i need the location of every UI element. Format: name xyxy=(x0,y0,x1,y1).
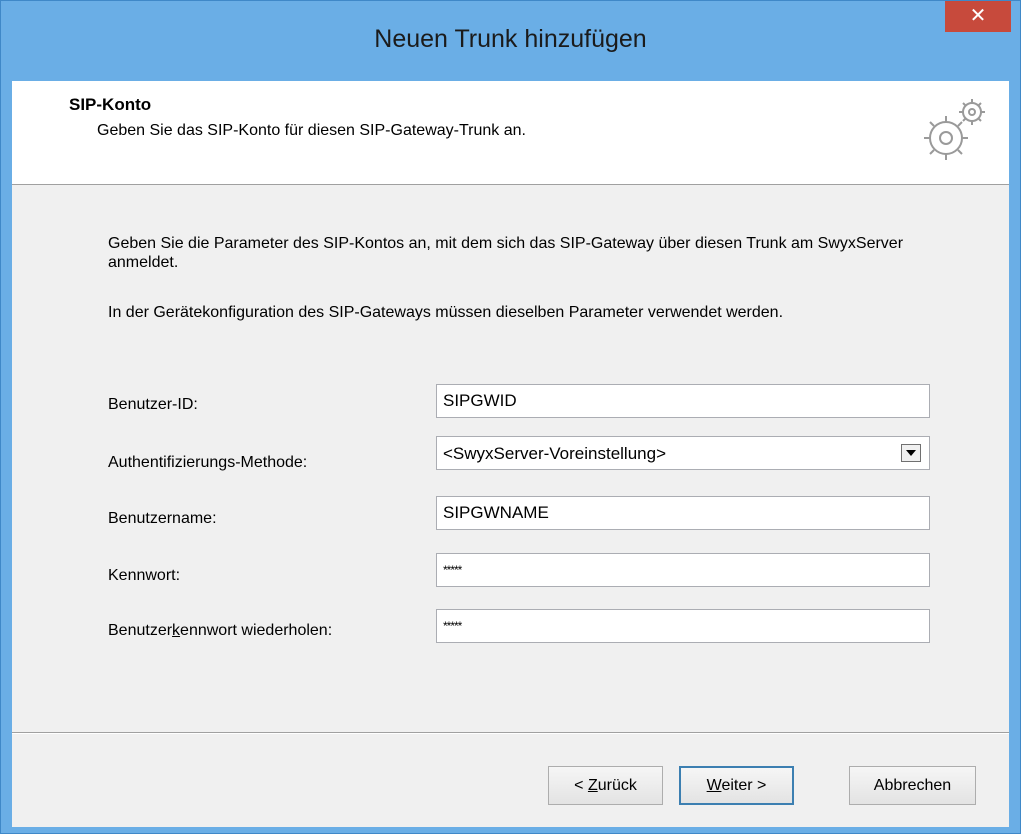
title-bar[interactable]: Neuen Trunk hinzufügen ✕ xyxy=(1,1,1020,81)
password-repeat-input[interactable] xyxy=(436,609,930,643)
description-paragraph-2: In der Gerätekonfiguration des SIP-Gatew… xyxy=(108,304,784,321)
description-paragraph-1: Geben Sie die Parameter des SIP-Kontos a… xyxy=(108,235,904,271)
auth-method-label: Authentifizierungs-Methode: xyxy=(108,454,308,471)
next-button-accel: W xyxy=(706,777,722,794)
password-repeat-label-accel: k xyxy=(172,622,181,639)
close-button[interactable]: ✕ xyxy=(945,1,1011,32)
next-button-suffix: eiter > xyxy=(721,777,767,794)
gears-icon xyxy=(924,99,985,160)
back-button[interactable]: < Zurück xyxy=(548,766,663,805)
password-label: Kennwort: xyxy=(108,567,181,584)
wizard-header: SIP-Konto Geben Sie das SIP-Konto für di… xyxy=(12,81,1009,185)
page-title: SIP-Konto xyxy=(69,95,152,114)
back-button-accel: Z xyxy=(587,777,598,794)
auth-method-value: <SwyxServer-Voreinstellung> xyxy=(443,444,667,463)
footer-divider-highlight xyxy=(12,733,1009,734)
next-button[interactable]: Weiter > xyxy=(679,766,794,805)
password-repeat-label: Benutzerkennwort wiederholen: xyxy=(108,622,332,640)
username-input[interactable] xyxy=(436,496,930,530)
chevron-down-icon[interactable] xyxy=(901,444,921,462)
user-id-label: Benutzer-ID: xyxy=(108,396,198,413)
password-input[interactable] xyxy=(436,553,930,587)
window-title: Neuen Trunk hinzufügen xyxy=(374,25,647,53)
user-id-input[interactable] xyxy=(436,384,930,418)
auth-method-select[interactable]: <SwyxServer-Voreinstellung> xyxy=(436,436,930,470)
cancel-button[interactable]: Abbrechen xyxy=(849,766,976,805)
page-subtitle: Geben Sie das SIP-Konto für diesen SIP-G… xyxy=(97,122,526,139)
back-button-suffix: urück xyxy=(597,777,637,794)
username-label: Benutzername: xyxy=(108,510,217,527)
password-repeat-label-end: ennwort wiederholen: xyxy=(180,622,333,639)
close-icon: ✕ xyxy=(969,5,987,27)
password-repeat-label-start: Benutzer xyxy=(108,622,173,639)
back-button-prefix: < xyxy=(574,777,588,794)
dialog-window: Neuen Trunk hinzufügen ✕ SIP-Konto Geben… xyxy=(0,0,1021,834)
dialog-client-area: SIP-Konto Geben Sie das SIP-Konto für di… xyxy=(12,81,1009,827)
